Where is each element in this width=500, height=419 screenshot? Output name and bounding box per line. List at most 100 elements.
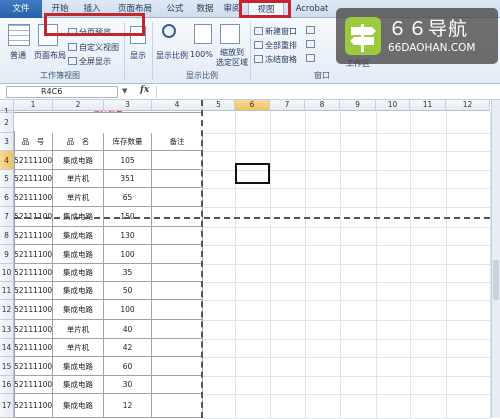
table-cell[interactable] <box>152 357 203 376</box>
table-cell[interactable]: 5211110028 <box>14 151 53 170</box>
table-cell[interactable] <box>152 394 203 418</box>
custom-views-button[interactable]: 自定义视图 <box>68 42 119 53</box>
row-header[interactable]: 7 <box>0 207 14 227</box>
table-cell[interactable] <box>152 188 203 207</box>
table-cell[interactable]: 集成电路 <box>53 264 104 282</box>
table-cell[interactable]: 35 <box>104 264 152 282</box>
row-header[interactable]: 2 <box>0 113 14 133</box>
name-box-dropdown-icon[interactable]: ▼ <box>122 87 127 95</box>
table-cell[interactable]: 集成电路 <box>53 245 104 264</box>
table-cell[interactable] <box>152 245 203 264</box>
column-header[interactable]: 10 <box>376 100 410 111</box>
row-header[interactable]: 14 <box>0 339 14 357</box>
column-header[interactable]: 9 <box>340 100 376 111</box>
unhide-button[interactable] <box>306 54 317 63</box>
scrollbar-thumb[interactable] <box>493 260 499 300</box>
tab-file[interactable]: 文件 <box>0 0 42 18</box>
tab-formulas[interactable]: 公式 <box>162 2 188 18</box>
table-cell[interactable]: 40 <box>104 320 152 339</box>
table-cell[interactable]: 5211110004 <box>14 227 53 245</box>
column-header[interactable]: 12 <box>446 100 490 111</box>
arrange-all-button[interactable]: 全部重排 <box>254 40 297 51</box>
row-header[interactable]: 17 <box>0 394 14 418</box>
table-cell[interactable]: 105 <box>104 151 152 170</box>
table-cell[interactable] <box>152 227 203 245</box>
tab-acrobat[interactable]: Acrobat <box>290 2 334 18</box>
hide-button[interactable] <box>306 40 317 49</box>
table-cell[interactable] <box>152 376 203 394</box>
table-cell[interactable]: 351 <box>104 170 152 188</box>
table-cell[interactable]: 单片机 <box>53 320 104 339</box>
table-cell[interactable]: 集成电路 <box>53 357 104 376</box>
column-title-cell[interactable]: 品 号 <box>14 133 53 151</box>
vertical-scrollbar[interactable] <box>491 100 500 418</box>
table-cell[interactable]: 集成电路 <box>53 151 104 170</box>
row-header[interactable]: 16 <box>0 376 14 394</box>
table-cell[interactable]: 5211110008 <box>14 339 53 357</box>
table-cell[interactable] <box>152 151 203 170</box>
table-cell[interactable] <box>152 264 203 282</box>
column-title-cell[interactable]: 库存数量 <box>104 133 152 151</box>
full-screen-button[interactable]: 全屏显示 <box>68 56 111 67</box>
table-cell[interactable]: 集成电路 <box>53 282 104 300</box>
column-title-cell[interactable]: 品 名 <box>53 133 104 151</box>
table-cell[interactable]: 100 <box>104 300 152 320</box>
table-cell[interactable] <box>152 339 203 357</box>
table-cell[interactable]: 单片机 <box>53 170 104 188</box>
row-header[interactable]: 5 <box>0 170 14 188</box>
table-cell[interactable]: 5211110002 <box>14 188 53 207</box>
table-cell[interactable] <box>152 282 203 300</box>
split-button[interactable] <box>306 26 317 35</box>
column-header[interactable]: 6 <box>235 100 270 111</box>
column-header[interactable]: 7 <box>270 100 305 111</box>
table-cell[interactable]: 60 <box>104 357 152 376</box>
table-cell[interactable]: 65 <box>104 188 152 207</box>
table-cell[interactable]: 5211110020 <box>14 376 53 394</box>
new-window-button[interactable]: 新建窗口 <box>254 26 297 37</box>
freeze-panes-button[interactable]: 冻结窗格 <box>254 54 297 65</box>
row-header[interactable]: 13 <box>0 320 14 339</box>
row-header[interactable]: 12 <box>0 300 14 320</box>
active-cell-cursor[interactable] <box>235 163 270 184</box>
table-cell[interactable]: 5211110002 <box>14 170 53 188</box>
table-cell[interactable]: 100 <box>104 245 152 264</box>
row-header[interactable]: 3 <box>0 133 14 151</box>
column-header[interactable]: 11 <box>410 100 446 111</box>
table-cell[interactable]: 5211110006 <box>14 264 53 282</box>
row-header[interactable]: 4 <box>0 151 14 170</box>
table-cell[interactable]: 130 <box>104 227 152 245</box>
formula-input[interactable] <box>156 86 492 98</box>
table-cell[interactable]: 42 <box>104 339 152 357</box>
table-cell[interactable]: 50 <box>104 282 152 300</box>
table-cell[interactable]: 30 <box>104 376 152 394</box>
table-cell[interactable]: 5211110020 <box>14 357 53 376</box>
row-header[interactable]: 6 <box>0 188 14 207</box>
table-cell[interactable]: 集成电路 <box>53 300 104 320</box>
table-cell[interactable]: 集成电路 <box>53 394 104 418</box>
table-cell[interactable]: 5211110008 <box>14 320 53 339</box>
table-cell[interactable]: 集成电路 <box>53 227 104 245</box>
row-header[interactable]: 10 <box>0 264 14 282</box>
table-cell[interactable]: 单片机 <box>53 188 104 207</box>
table-cell[interactable] <box>152 170 203 188</box>
table-cell[interactable]: 12 <box>104 394 152 418</box>
column-header[interactable]: 4 <box>152 100 203 111</box>
table-cell[interactable]: 集成电路 <box>53 376 104 394</box>
table-cell[interactable] <box>152 320 203 339</box>
row-header[interactable]: 11 <box>0 282 14 300</box>
sheet-title-cell[interactable]: 库存数量 <box>14 111 203 113</box>
row-header[interactable]: 9 <box>0 245 14 264</box>
table-cell[interactable] <box>152 300 203 320</box>
row-header[interactable]: 8 <box>0 227 14 245</box>
table-cell[interactable]: 5211110020 <box>14 394 53 418</box>
column-header[interactable]: 5 <box>203 100 235 111</box>
table-cell[interactable]: 5211110004 <box>14 245 53 264</box>
column-title-cell[interactable]: 备注 <box>152 133 203 151</box>
name-box[interactable]: R4C6 <box>6 86 118 98</box>
table-cell[interactable]: 5211110006 <box>14 300 53 320</box>
column-header[interactable]: 8 <box>305 100 340 111</box>
row-header[interactable]: 15 <box>0 357 14 376</box>
table-cell[interactable]: 5211110006 <box>14 282 53 300</box>
table-cell[interactable]: 单片机 <box>53 339 104 357</box>
insert-function-icon[interactable]: fx <box>140 85 149 95</box>
